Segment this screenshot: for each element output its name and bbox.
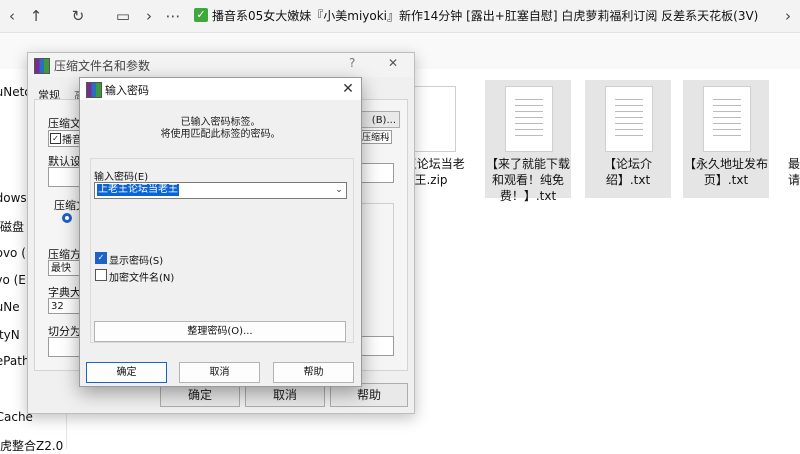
explorer-toolbar: ‹ ↑ ↻ ▭ › ⋯ ✓ 播音系05女大嫩妹『小美miyoki』新作14分钟 … [0, 0, 800, 33]
file-item[interactable]: 最请 [780, 80, 800, 198]
chevron-right-icon[interactable]: › [776, 5, 800, 27]
info-text: 将使用匹配此标签的密码。 [160, 129, 281, 140]
chevron-down-icon[interactable]: ⌄ [333, 183, 345, 198]
dialog-titlebar: 压缩文件名和参数 ? ✕ [28, 53, 414, 77]
dictionary-size-select[interactable]: 32 [48, 298, 82, 314]
back-icon[interactable]: ‹ [0, 5, 24, 27]
file-name: 最请 [788, 157, 800, 187]
password-input[interactable]: 上老王论坛当老王 ⌄ [94, 182, 347, 199]
sidebar-item[interactable]: 脑 [0, 165, 12, 182]
help-button[interactable]: 帮助 [273, 362, 354, 383]
file-item[interactable]: 【来了就能下载和观看！纯免费！】.txt [485, 80, 571, 203]
encrypt-filenames-label[interactable]: 加密文件名(N) [109, 269, 174, 284]
breadcrumb-path[interactable]: 播音系05女大嫩妹『小美miyoki』新作14分钟 [露出+肛塞自慰] 白虎萝莉… [212, 7, 758, 24]
archive-name-label: 压缩文 [48, 117, 81, 130]
password-label: 输入密码(E) [94, 172, 149, 183]
refresh-icon[interactable]: ↻ [66, 5, 90, 27]
close-icon[interactable]: ✕ [338, 79, 358, 99]
sidebar-item[interactable]: 奇虎整合Z2.0 [0, 437, 75, 454]
file-item[interactable]: 【论坛介绍】.txt [585, 80, 671, 198]
chevron-right-icon[interactable]: › [137, 5, 161, 27]
monitor-icon[interactable]: ▭ [111, 5, 135, 27]
dialog-title: 输入密码 [105, 84, 149, 97]
password-value: 上老王论坛当老王 [97, 184, 179, 196]
winrar-icon [86, 82, 102, 98]
text-file-icon [605, 86, 653, 152]
check-folder-icon: ✓ [194, 8, 208, 22]
text-file-icon [505, 86, 553, 152]
dialog-title: 压缩文件名和参数 [54, 59, 151, 73]
file-item[interactable]: 【永久地址发布页】.txt [683, 80, 769, 198]
show-password-checkbox[interactable]: ✓ [95, 252, 107, 264]
text-file-icon [703, 86, 751, 152]
ok-button[interactable]: 确定 [86, 362, 167, 383]
zip-file-icon [408, 86, 456, 152]
compression-method-select[interactable]: 最快 [48, 260, 82, 276]
encrypt-filenames-checkbox[interactable] [95, 269, 107, 281]
file-name: 【来了就能下载和观看！纯免费！】.txt [485, 157, 570, 203]
file-name: 【永久地址发布页】.txt [683, 157, 768, 187]
chevron-down-icon[interactable]: ⌄ [380, 130, 394, 144]
show-password-label[interactable]: 显示密码(S) [109, 252, 163, 267]
format-radio[interactable] [62, 213, 72, 223]
enter-password-dialog: 输入密码 ✕ 已输入密码标签。 将使用匹配此标签的密码。 输入密码(E) 上老王… [79, 77, 362, 387]
file-name: 【论坛介绍】.txt [603, 157, 652, 187]
winrar-icon [34, 58, 50, 74]
help-icon[interactable]: ? [349, 56, 355, 70]
up-arrow-icon[interactable]: ↑ [24, 5, 48, 27]
cancel-button[interactable]: 取消 [179, 362, 260, 383]
close-icon[interactable]: ✕ [388, 56, 398, 70]
organize-passwords-button[interactable]: 整理密码(O)... [94, 321, 346, 342]
more-icon[interactable]: ⋯ [161, 5, 185, 27]
dialog-titlebar: 输入密码 ✕ [80, 78, 361, 100]
